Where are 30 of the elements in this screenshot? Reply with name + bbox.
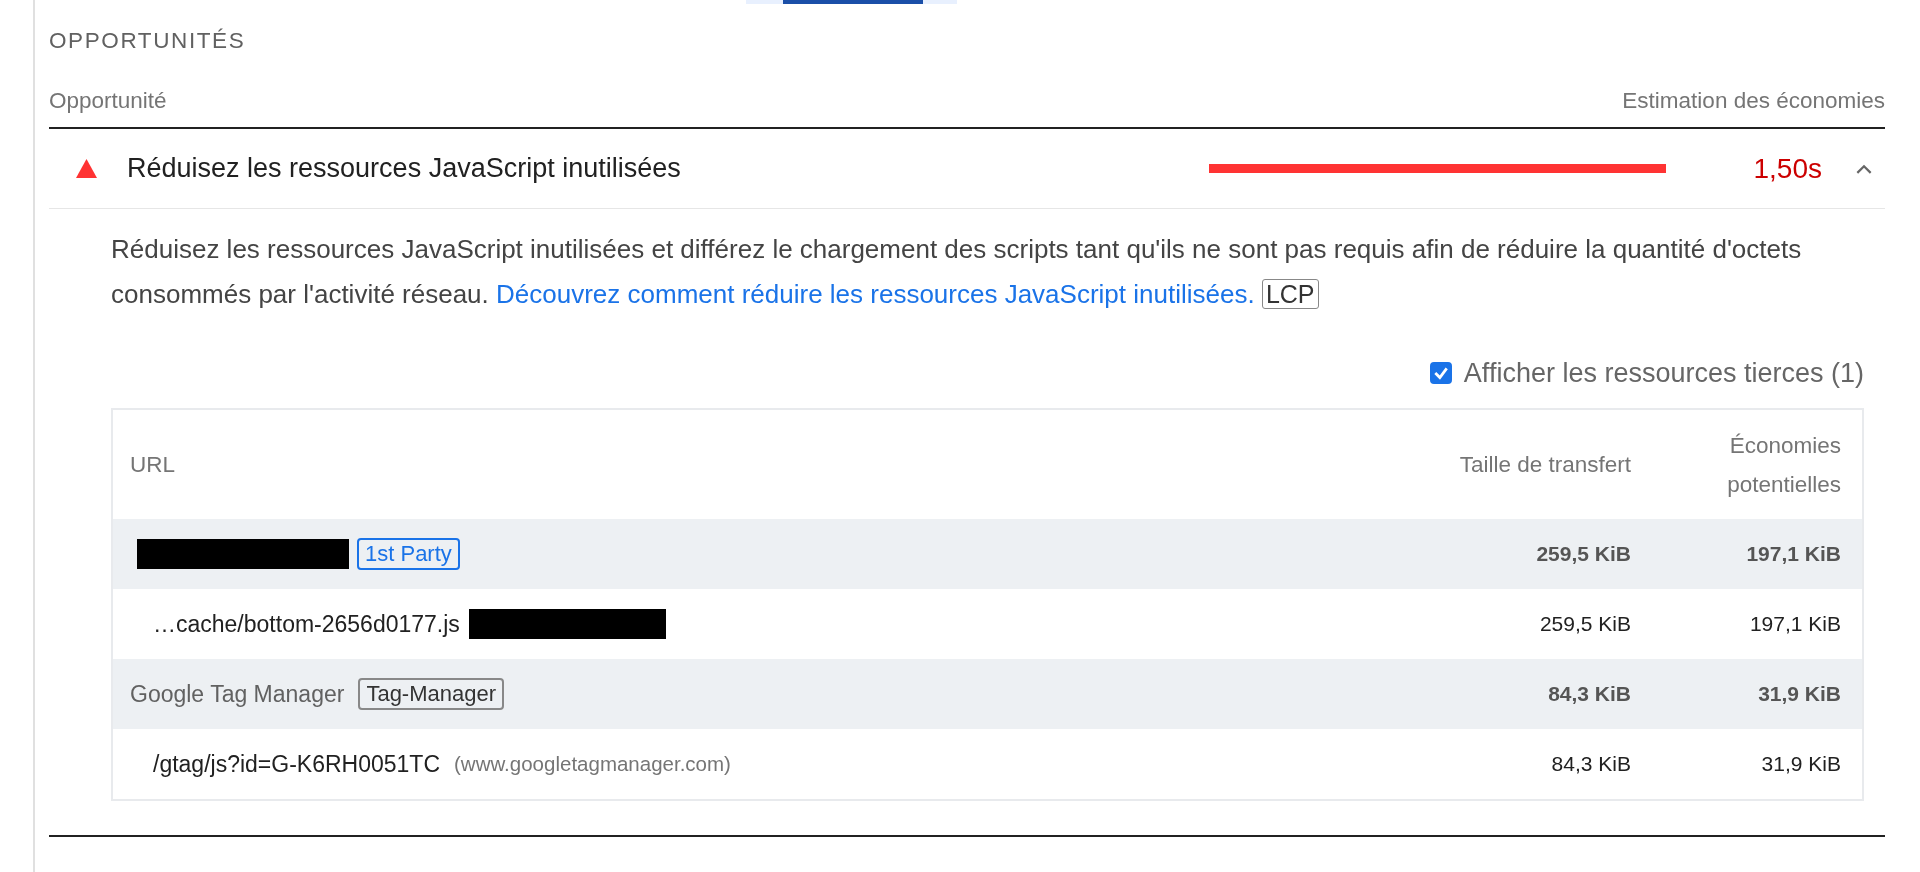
column-header: Taille de transfert: [1458, 451, 1632, 479]
audit-description: Réduisez les ressources JavaScript inutilisées et différez le chargement des scripts tant qu'ils ne sont pas requis afin de réduire la quantité d'octets consommés par l'activité réseau. Découvrez comment réduire les ressources JavaScript inutilisées. LCP: [111, 233, 1803, 311]
url-text: …cache/bottom-2656d0177.js: [153, 610, 460, 638]
table-cell-text: 197,1 KiB: [1748, 612, 1842, 636]
savings-value: 1,50s: [1752, 152, 1822, 185]
column-header: Estimation des économies: [1622, 88, 1885, 114]
table-cell-text: 31,9 KiB: [1757, 682, 1842, 706]
table-cell-text: 197,1 KiB: [1745, 542, 1842, 566]
table-cell-text: 84,3 KiB: [1547, 682, 1632, 706]
entity-tag: 1st Party: [357, 538, 460, 570]
section-heading: OPPORTUNITÉS: [49, 28, 247, 55]
audit-row[interactable]: Réduisez les ressources JavaScript inutilisées 1,50s: [49, 129, 1885, 209]
chevron-up-icon[interactable]: [1856, 163, 1872, 174]
table-cell-text: 259,5 KiB: [1535, 542, 1632, 566]
entity-tag: Tag-Manager: [358, 678, 505, 710]
table-cell-text: 259,5 KiB: [1538, 612, 1632, 636]
checkbox-label: Afficher les ressources tierces (1): [1463, 357, 1864, 389]
column-header: Opportunité: [49, 88, 167, 114]
column-header: URL: [129, 451, 176, 479]
table-cell-text: 84,3 KiB: [1550, 752, 1632, 776]
url-text: /gtag/js?id=G-K6RH0051TC: [153, 750, 440, 778]
learn-more-link[interactable]: Découvrez comment réduire les ressources JavaScript inutilisées.: [496, 279, 1255, 309]
checkbox[interactable]: [1429, 362, 1452, 384]
host-text: (www.googletagmanager.com): [454, 752, 731, 776]
metric-tag: LCP: [1261, 279, 1319, 309]
audit-title: Réduisez les ressources JavaScript inutilisées: [127, 153, 682, 184]
table-cell-text: 31,9 KiB: [1760, 752, 1842, 776]
warning-triangle-icon: [76, 159, 97, 178]
url-text: Google Tag Manager: [130, 680, 345, 708]
column-header: Économies potentielles: [1726, 431, 1842, 499]
